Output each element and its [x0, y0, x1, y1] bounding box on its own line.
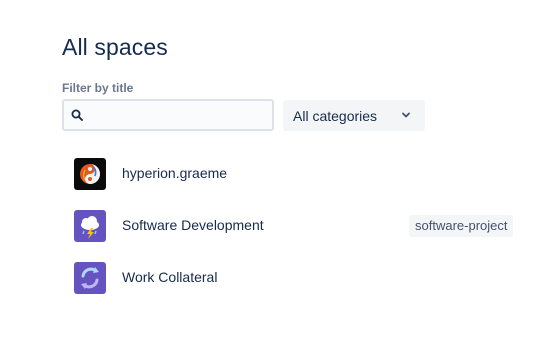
category-lozenge[interactable]: software-project — [409, 215, 514, 237]
refresh-cycle-icon — [74, 262, 106, 294]
page-title: All spaces — [62, 34, 168, 60]
space-row[interactable]: hyperion.graeme — [62, 148, 532, 200]
category-select[interactable]: All categories — [283, 100, 425, 131]
all-spaces-page: All spaces Filter by title All categorie… — [0, 0, 545, 340]
space-name[interactable]: Work Collateral — [122, 269, 217, 285]
space-name[interactable]: hyperion.graeme — [122, 165, 227, 181]
cloud-storm-icon — [74, 210, 106, 242]
space-row[interactable]: Software Development software-project — [62, 200, 532, 252]
chevron-down-icon — [402, 112, 410, 118]
search-field[interactable] — [62, 99, 274, 131]
space-name[interactable]: Software Development — [122, 217, 264, 233]
category-select-value: All categories — [293, 108, 378, 124]
search-icon — [71, 109, 83, 121]
search-input[interactable] — [88, 103, 268, 127]
space-row[interactable]: Work Collateral — [62, 252, 532, 304]
personal-avatar-icon — [74, 158, 106, 190]
filter-by-title-label: Filter by title — [62, 81, 134, 95]
